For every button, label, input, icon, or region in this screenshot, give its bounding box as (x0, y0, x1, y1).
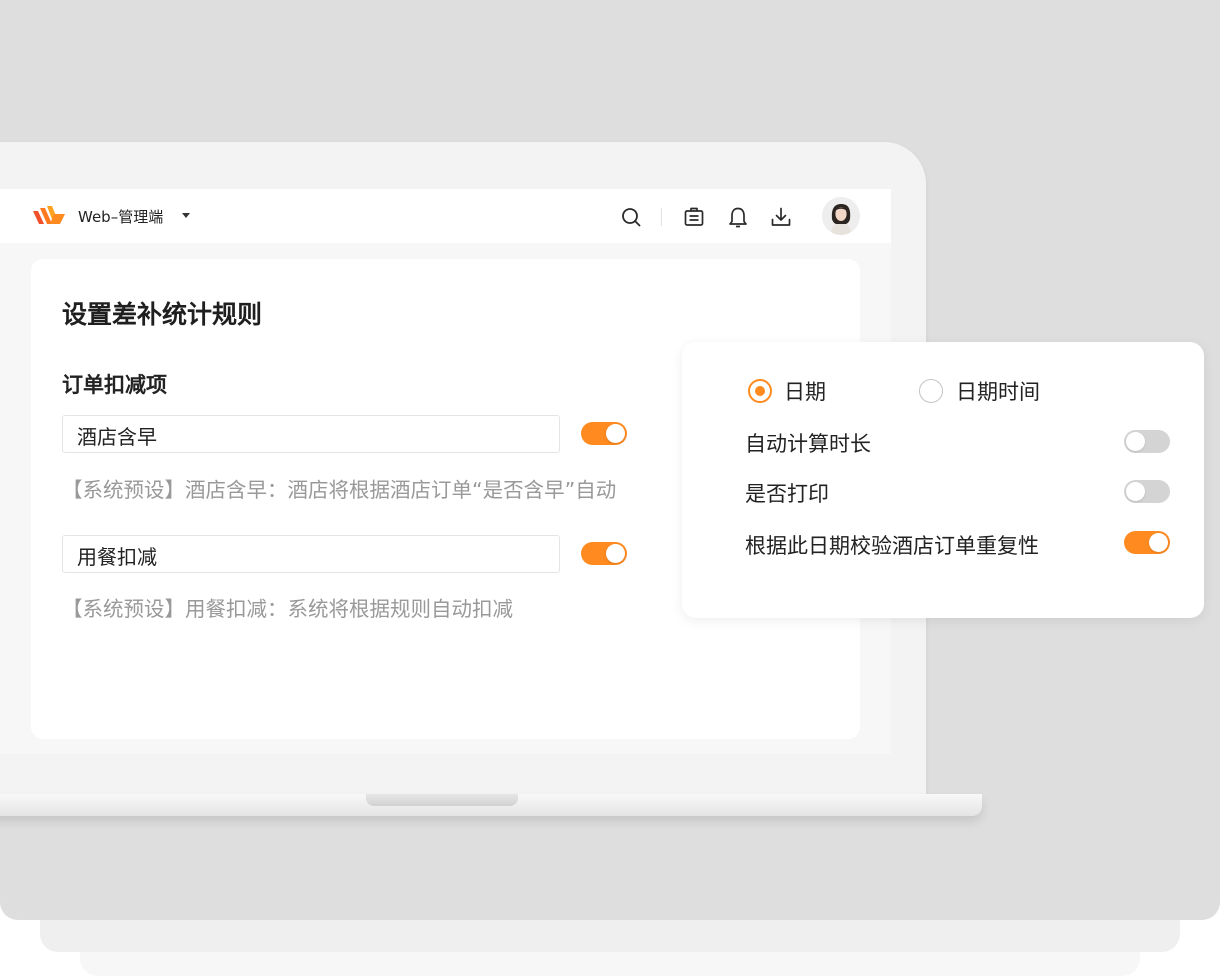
page-title: 设置差补统计规则 (62, 300, 263, 329)
deduction-item-name: 酒店含早 (77, 425, 157, 449)
deduction-item-note: 【系统预设】酒店含早：酒店将根据酒店订单“是否含早”自动 (62, 478, 617, 502)
setting-label: 根据此日期校验酒店订单重复性 (745, 534, 1039, 558)
download-icon[interactable] (770, 206, 792, 228)
top-bar: Web–管理端 (0, 189, 891, 243)
setting-label: 自动计算时长 (745, 432, 871, 456)
toolbar-divider (661, 208, 662, 226)
deduction-item-name: 用餐扣减 (77, 545, 157, 569)
auto-calc-duration-toggle[interactable] (1124, 430, 1170, 453)
laptop-notch (366, 794, 518, 806)
bell-icon[interactable] (727, 206, 749, 228)
deduction-item-name-input[interactable]: 用餐扣减 (62, 535, 560, 573)
date-radio-label[interactable]: 日期 (784, 376, 826, 406)
search-icon[interactable] (620, 206, 642, 228)
setting-label: 是否打印 (745, 482, 829, 506)
print-toggle[interactable] (1124, 480, 1170, 503)
section-title: 订单扣减项 (62, 373, 167, 397)
stage: Web–管理端 设置差补统计规则 订单扣减项 酒店含早 【系统预设】酒店含早：酒… (0, 0, 1220, 920)
brand-logo (33, 206, 65, 224)
deduction-item-toggle[interactable] (581, 422, 627, 445)
deduction-item-note: 【系统预设】用餐扣减：系统将根据规则自动扣减 (62, 597, 513, 621)
datetime-radio-label[interactable]: 日期时间 (956, 376, 1040, 406)
hotel-order-duplicate-check-toggle[interactable] (1124, 531, 1170, 554)
user-avatar[interactable] (822, 197, 860, 235)
app-switcher-label[interactable]: Web–管理端 (78, 206, 163, 227)
date-radio[interactable] (748, 379, 772, 403)
datetime-radio[interactable] (919, 379, 943, 403)
clipboard-icon[interactable] (683, 206, 705, 228)
chevron-down-icon[interactable] (182, 213, 190, 218)
deduction-item-toggle[interactable] (581, 542, 627, 565)
deduction-item-name-input[interactable]: 酒店含早 (62, 415, 560, 453)
date-settings-popup: 日期 日期时间 自动计算时长 是否打印 根据此日期校验酒店订单重复性 (682, 342, 1204, 618)
